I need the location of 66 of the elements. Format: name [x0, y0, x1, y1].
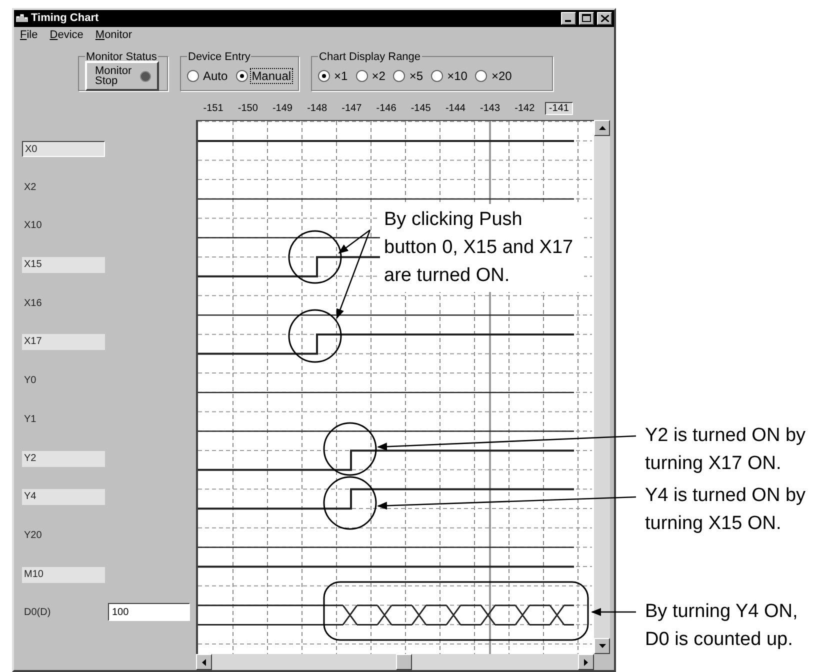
- device-label[interactable]: X0: [22, 141, 105, 158]
- horizontal-scrollbar[interactable]: [196, 654, 594, 670]
- device-label[interactable]: M10: [22, 566, 105, 583]
- up-arrow-icon: [598, 126, 606, 130]
- callout-circle: [288, 230, 342, 284]
- callout-arrow: [591, 608, 636, 616]
- time-tick-label: -145: [410, 102, 432, 114]
- radio-option[interactable]: ×2: [356, 69, 386, 84]
- device-label[interactable]: X2: [22, 180, 105, 196]
- close-button[interactable]: [597, 12, 612, 25]
- device-label[interactable]: Y0: [22, 373, 105, 390]
- device-label[interactable]: X17: [22, 334, 105, 350]
- device-label[interactable]: Y1: [22, 412, 105, 428]
- down-arrow-icon: [598, 644, 606, 648]
- window-title: Timing Chart: [31, 12, 100, 24]
- menu-item[interactable]: Monitor: [95, 28, 132, 43]
- callout-text: By clicking Push button 0, X15 and X17 are turned ON.: [380, 204, 584, 292]
- callout-circle: [323, 476, 377, 530]
- chart-app-icon: [16, 13, 28, 24]
- radio-option[interactable]: Auto: [187, 69, 229, 84]
- time-tick-label: -150: [236, 102, 259, 114]
- left-arrow-icon: [202, 658, 206, 666]
- scroll-right-button[interactable]: [578, 654, 594, 670]
- callout-circle: [323, 422, 377, 476]
- radio-option[interactable]: ×10: [431, 69, 468, 84]
- time-tick-label: -147: [340, 102, 363, 114]
- time-tick-label: -151: [202, 102, 224, 114]
- menu-item[interactable]: Device: [50, 28, 84, 43]
- value-field[interactable]: 100: [108, 603, 190, 622]
- radio-option[interactable]: ×20: [475, 69, 513, 84]
- close-icon: [600, 14, 608, 22]
- scroll-down-button[interactable]: [594, 638, 610, 654]
- scroll-up-button[interactable]: [594, 120, 610, 136]
- group-label: Chart Display Range: [318, 50, 422, 63]
- vertical-scrollbar[interactable]: [594, 120, 610, 654]
- device-label[interactable]: X15: [22, 257, 105, 274]
- time-tick-label: -144: [444, 102, 466, 114]
- radio-option[interactable]: Manual: [236, 69, 292, 84]
- scroll-thumb[interactable]: [396, 654, 412, 670]
- menu-item[interactable]: File: [20, 28, 38, 43]
- time-tick-label: -146: [375, 102, 398, 114]
- time-tick-label: -149: [271, 102, 294, 114]
- callout-text: By turning Y4 ON, D0 is counted up.: [645, 600, 799, 652]
- monitor-stop-button[interactable]: Monitor Stop: [85, 61, 159, 92]
- right-arrow-icon: [584, 658, 588, 666]
- device-label[interactable]: Y4: [22, 489, 105, 506]
- group-label: Device Entry: [187, 50, 252, 63]
- minimize-button[interactable]: [561, 12, 576, 25]
- device-label[interactable]: X10: [22, 218, 105, 234]
- device-label[interactable]: X16: [22, 296, 105, 312]
- device-label[interactable]: Y20: [22, 528, 105, 544]
- scroll-left-button[interactable]: [196, 654, 212, 670]
- callout-text: Y4 is turned ON by turning X15 ON.: [645, 484, 807, 536]
- group-label: Monitor Status: [85, 50, 158, 63]
- device-label[interactable]: Y2: [22, 450, 105, 467]
- radio-option[interactable]: ×5: [393, 69, 424, 84]
- radio-option[interactable]: ×1: [318, 69, 349, 84]
- time-tick-label: -141: [544, 102, 573, 115]
- time-tick-label: -148: [306, 102, 328, 114]
- time-tick-label: -142: [514, 102, 536, 114]
- device-label[interactable]: D0(D): [22, 605, 105, 622]
- callout-circle: [288, 309, 342, 363]
- maximize-icon: [582, 14, 591, 22]
- time-tick-label: -143: [479, 102, 502, 114]
- callout-text: Y2 is turned ON by turning X17 ON.: [645, 424, 807, 476]
- maximize-button[interactable]: [579, 12, 594, 25]
